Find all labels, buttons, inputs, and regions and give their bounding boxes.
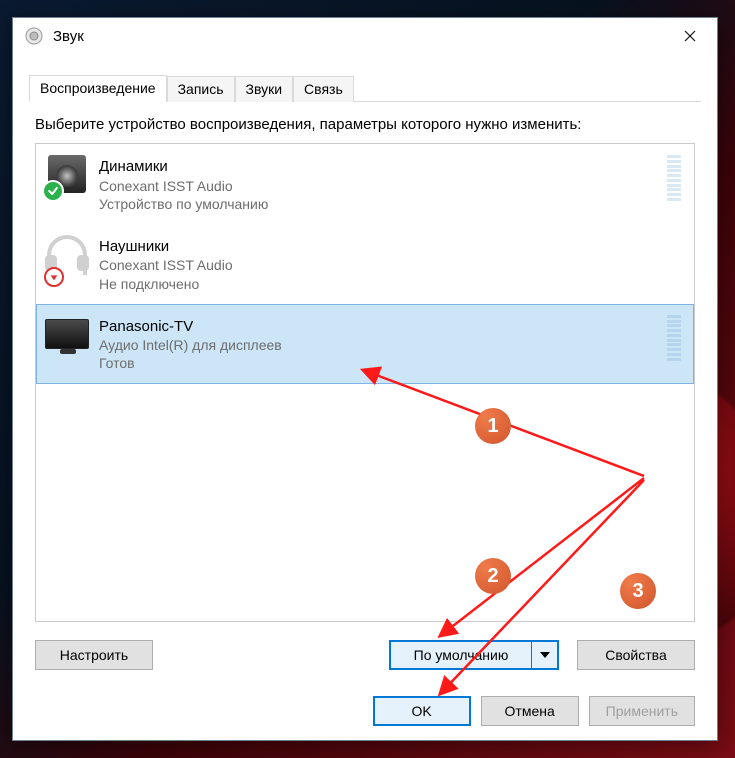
dropdown-arrow-icon[interactable] [531,642,557,668]
ok-button[interactable]: OK [373,696,471,726]
device-status: Готов [99,354,659,372]
not-connected-icon [44,267,64,287]
instruction-text: Выберите устройство воспроизведения, пар… [35,116,695,133]
close-button[interactable] [667,20,713,52]
apply-button[interactable]: Применить [589,696,695,726]
device-name: Динамики [99,157,659,177]
tab-recording[interactable]: Запись [167,76,235,102]
set-default-label: По умолчанию [391,647,531,663]
set-default-split-button[interactable]: По умолчанию [389,640,559,670]
speakers-icon [45,155,89,199]
device-status: Не подключено [99,275,681,293]
device-name: Наушники [99,237,681,257]
window-title: Звук [53,28,667,45]
device-subtitle: Conexant ISST Audio [99,177,659,195]
titlebar: Звук [13,18,717,54]
device-panasonic-tv[interactable]: Panasonic-TV Аудио Intel(R) для дисплеев… [36,304,694,384]
device-list[interactable]: Динамики Conexant ISST Audio Устройство … [35,143,695,622]
device-subtitle: Conexant ISST Audio [99,256,681,274]
default-check-icon [42,180,64,202]
level-meter [667,315,681,361]
sound-icon [25,27,43,45]
properties-button[interactable]: Свойства [577,640,695,670]
sound-dialog: Звук Воспроизведение Запись Звуки Связь … [12,17,718,741]
level-meter [667,155,681,201]
cancel-button[interactable]: Отмена [481,696,579,726]
device-headphones[interactable]: Наушники Conexant ISST Audio Не подключе… [36,224,694,304]
device-speakers[interactable]: Динамики Conexant ISST Audio Устройство … [36,144,694,224]
tab-sounds[interactable]: Звуки [235,76,294,102]
device-name: Panasonic-TV [99,317,659,337]
tab-communications[interactable]: Связь [293,76,354,102]
tab-playback[interactable]: Воспроизведение [29,75,167,102]
tab-strip: Воспроизведение Запись Звуки Связь [29,74,701,102]
device-subtitle: Аудио Intel(R) для дисплеев [99,336,659,354]
configure-button[interactable]: Настроить [35,640,153,670]
tv-icon [45,315,89,359]
device-status: Устройство по умолчанию [99,195,659,213]
headphones-icon [45,235,89,279]
